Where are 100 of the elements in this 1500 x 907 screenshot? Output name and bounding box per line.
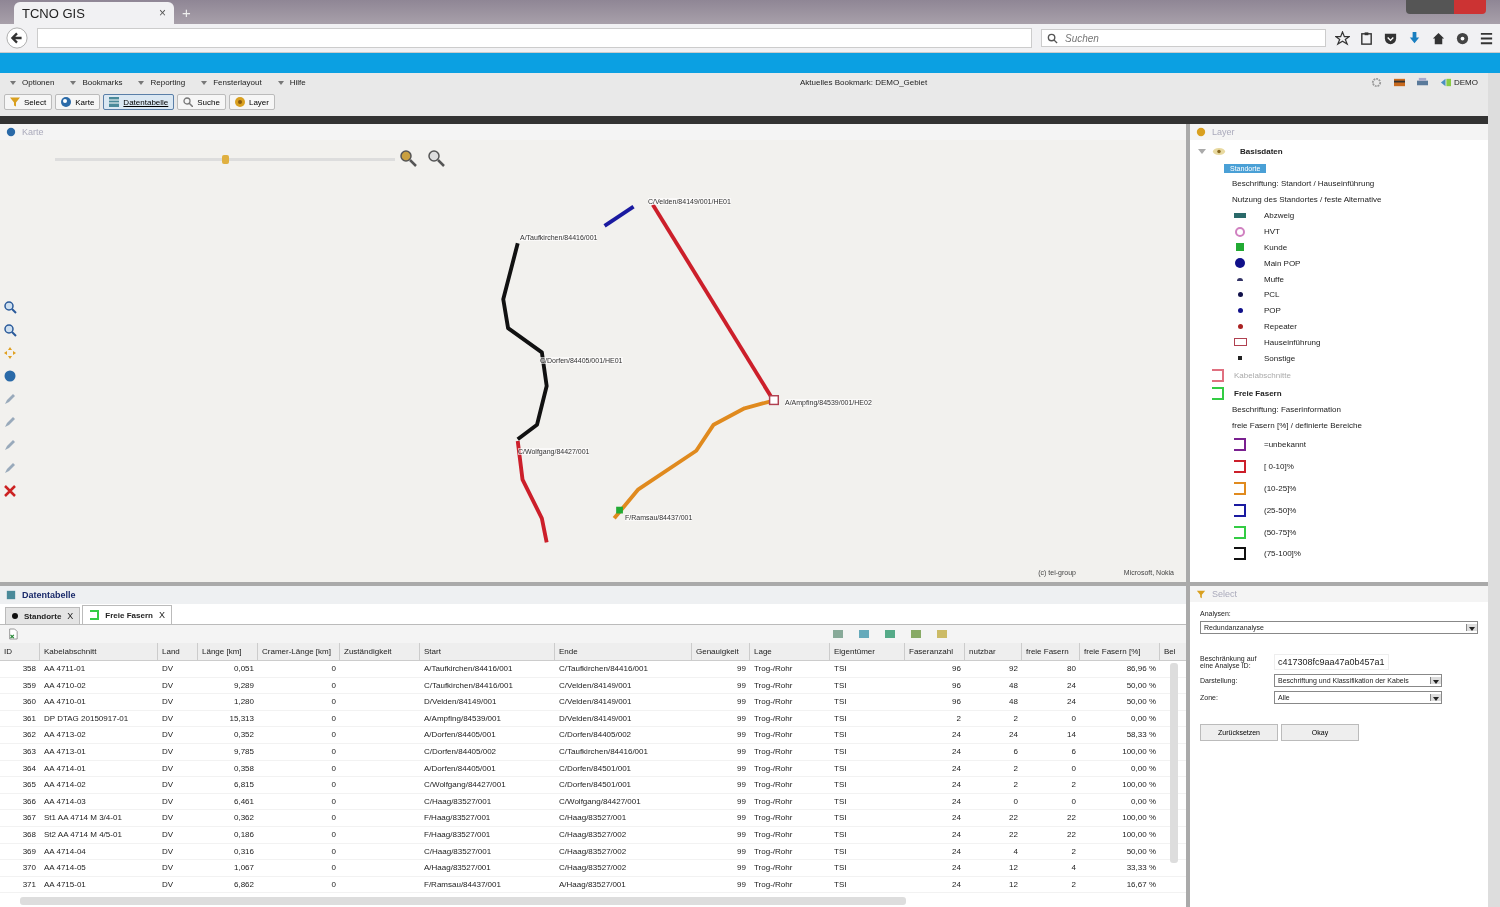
eye-icon[interactable] [1212,146,1226,156]
column-header[interactable]: Länge [km] [198,643,258,660]
menu-item[interactable]: Bookmarks [82,78,123,87]
column-header[interactable]: Ende [555,643,692,660]
pen-icon[interactable] [3,438,17,452]
table-cell: AA 4710-01 [44,697,86,707]
table-cell: Trog-/Rohr [754,813,793,823]
column-header[interactable]: freie Fasern [1022,643,1080,660]
table-cell: 99 [737,713,746,723]
column-header[interactable]: ID [0,643,40,660]
table-cell: TSI [834,813,847,823]
zoom-out-icon[interactable] [3,323,17,337]
toolbar-button[interactable]: Layer [228,94,275,110]
table-cell: Trog-/Rohr [754,713,793,723]
edit-icon[interactable] [3,415,17,429]
clipboard-icon[interactable] [1359,30,1374,46]
bookmark-label: Aktuelles Bookmark: DEMO_Gebiet [800,78,929,87]
close-tab-button[interactable]: X [67,611,74,621]
column-header[interactable]: Eigentümer [830,643,905,660]
card-icon[interactable] [1393,77,1406,88]
table-cell: Trog-/Rohr [754,697,793,707]
pan-icon[interactable] [3,346,17,360]
table-cell: 24 [952,829,961,839]
table-cell: DV [162,664,174,673]
table-cell: AA 4713-02 [44,730,86,740]
zoom-slider-thumb[interactable] [222,155,229,164]
column-header[interactable]: Start [420,643,555,660]
table-cell: 12 [1009,863,1018,873]
menu-item[interactable]: Fensterlayout [213,78,262,87]
table-cell: A/Taufkirchen/84416/001 [424,664,513,673]
zoom-out-icon[interactable] [426,148,446,168]
menu-item[interactable]: Hilfe [289,78,306,87]
star-icon[interactable] [1335,30,1350,46]
globe-icon [6,127,16,137]
panel-title: Karte [22,127,44,137]
analysis-id-field[interactable]: c417308fc9aa47a0b457a1 [1274,654,1389,670]
column-header[interactable]: Kabelabschnitt [40,643,158,660]
globe-icon[interactable] [3,369,17,383]
column-header[interactable]: Zuständigkeit [340,643,420,660]
menu-item[interactable]: Optionen [22,78,55,87]
toolbar-button[interactable]: Suche [177,94,226,110]
table-cell: 0,051 [233,664,254,673]
toolbar-button[interactable]: Select [4,94,53,110]
table-cell: 361 [22,713,36,723]
menu-icon[interactable] [1479,30,1494,46]
table-cell: 24 [1009,730,1018,740]
column-header[interactable]: Land [158,643,198,660]
column-header[interactable]: nutzbar [965,643,1022,660]
table-cell: TSI [834,680,847,690]
table-cell: DV [162,730,174,740]
browser-tab[interactable]: TCNO GIS × [14,2,174,24]
table-cell: Trog-/Rohr [754,863,793,873]
home-icon[interactable] [1431,30,1446,46]
back-icon[interactable] [6,27,28,49]
table-cell: 367 [22,813,36,823]
excel-export-icon[interactable] [8,628,18,640]
column-header[interactable]: Genauigkeit [692,643,750,660]
column-header[interactable]: Cramer-Länge [km] [258,643,340,660]
table-cell: 0,316 [233,846,254,856]
toolbar-button[interactable]: Datentabelle [103,94,175,110]
table-cell: C/Haag/83527/002 [559,846,627,856]
expand-toggle[interactable] [1198,148,1206,154]
table-cell: 22 [1009,813,1018,823]
scrollbar[interactable] [20,897,906,905]
table-cell: DV [162,763,174,773]
window-controls[interactable] [1406,0,1486,14]
table-cell: 99 [737,680,746,690]
close-tab-button[interactable]: X [158,610,165,620]
zoom-in-icon[interactable] [3,300,17,314]
close-tab-button[interactable]: × [159,6,166,20]
table-tab[interactable]: Standorte X [5,607,81,624]
zoom-in-icon[interactable] [398,148,418,168]
toolbar-button[interactable]: Karte [55,94,101,110]
search-field[interactable]: Suchen [1041,29,1326,47]
caret-icon [70,80,77,85]
delete-icon[interactable] [3,484,17,498]
table-cell: 24 [952,763,961,773]
menu-item[interactable]: Reporting [150,78,186,87]
table-cell: St2 AA 4714 M 4/5-01 [44,829,122,839]
column-header[interactable]: freie Fasern [%] [1080,643,1160,660]
table-cell: 2 [1013,713,1018,723]
table-cell: 96 [952,664,961,673]
table-cell: Trog-/Rohr [754,879,793,889]
column-header[interactable]: Lage [750,643,830,660]
table-cell: D/Velden/84149/001 [559,713,632,723]
legend-label: [ 0-10]% [1264,462,1294,472]
printer-icon[interactable] [1416,77,1429,88]
table-cell: A/Ampfing/84539/001 [424,713,501,723]
layers-icon [1196,127,1206,137]
layer-item[interactable]: Freie Fasern [1234,389,1282,399]
column-header[interactable]: Faseranzahl [905,643,965,660]
table-cell: 0 [331,879,336,889]
table-cell: 50,00 % [1126,697,1156,707]
table-cell: 368 [22,829,36,839]
table-tab[interactable]: Freie Fasern X [82,605,172,624]
search-input[interactable]: Suchen [1063,31,1320,45]
pencil-icon[interactable] [3,392,17,406]
address-bar[interactable] [37,28,1032,48]
table-cell: TSI [834,664,847,673]
scrollbar[interactable] [1170,663,1178,863]
